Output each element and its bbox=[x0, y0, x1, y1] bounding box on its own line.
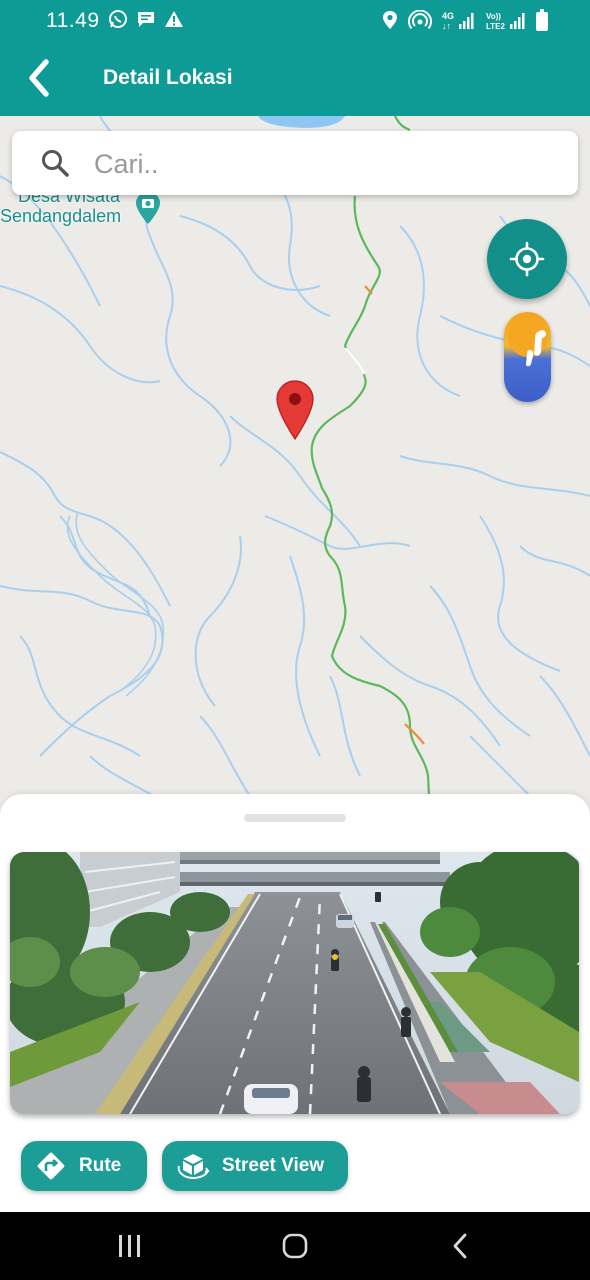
status-notification-icons bbox=[108, 9, 184, 29]
my-location-icon bbox=[509, 241, 545, 277]
search-input[interactable] bbox=[92, 143, 556, 185]
pegman-icon bbox=[508, 317, 548, 367]
warning-icon bbox=[165, 11, 183, 27]
app-bar: Detail Lokasi bbox=[0, 40, 590, 116]
status-system-icons: 4G ↓↑ Vo)) LTE2 bbox=[382, 9, 548, 31]
street-view-360-icon bbox=[177, 1154, 210, 1180]
recent-apps-icon[interactable] bbox=[117, 1232, 143, 1260]
route-button[interactable]: Rute bbox=[21, 1141, 147, 1191]
poi-marker-icon[interactable] bbox=[135, 191, 161, 225]
status-bar: 11.49 4G ↓↑ Vo)) LTE2 bbox=[0, 0, 590, 40]
drag-handle[interactable] bbox=[244, 814, 346, 822]
svg-text:4G: 4G bbox=[442, 11, 454, 21]
street-view-image bbox=[10, 852, 579, 1114]
back-button[interactable] bbox=[22, 54, 62, 102]
system-nav-bar bbox=[0, 1212, 590, 1280]
whatsapp-icon bbox=[109, 10, 127, 28]
battery-icon bbox=[536, 9, 548, 31]
search-bar bbox=[12, 131, 578, 195]
route-button-label: Rute bbox=[79, 1155, 122, 1176]
svg-text:LTE2: LTE2 bbox=[486, 22, 506, 30]
street-view-button[interactable]: Street View bbox=[162, 1141, 348, 1191]
hotspot-icon bbox=[408, 10, 432, 30]
svg-text:↓↑: ↓↑ bbox=[442, 21, 451, 30]
volte-signal-icon: Vo)) LTE2 bbox=[486, 12, 525, 30]
street-view-button-label: Street View bbox=[222, 1155, 325, 1176]
status-time: 11.49 bbox=[46, 9, 100, 32]
4g-signal-icon: 4G ↓↑ bbox=[442, 11, 474, 30]
svg-text:Vo)): Vo)) bbox=[486, 12, 501, 21]
home-icon[interactable] bbox=[281, 1232, 309, 1260]
poi-label-line2: Sendangdalem bbox=[0, 206, 122, 226]
back-icon[interactable] bbox=[450, 1232, 472, 1260]
search-icon bbox=[42, 150, 69, 177]
bottom-sheet: Rute Street View bbox=[0, 794, 590, 1212]
directions-icon bbox=[37, 1152, 65, 1180]
street-view-photo[interactable] bbox=[10, 852, 579, 1114]
message-icon bbox=[138, 12, 154, 27]
street-view-pegman-button[interactable] bbox=[504, 312, 551, 402]
map-pin-icon[interactable] bbox=[276, 380, 314, 440]
chevron-left-icon bbox=[29, 59, 49, 97]
location-icon bbox=[383, 11, 397, 29]
page-title: Detail Lokasi bbox=[103, 66, 233, 89]
my-location-button[interactable] bbox=[487, 219, 567, 299]
